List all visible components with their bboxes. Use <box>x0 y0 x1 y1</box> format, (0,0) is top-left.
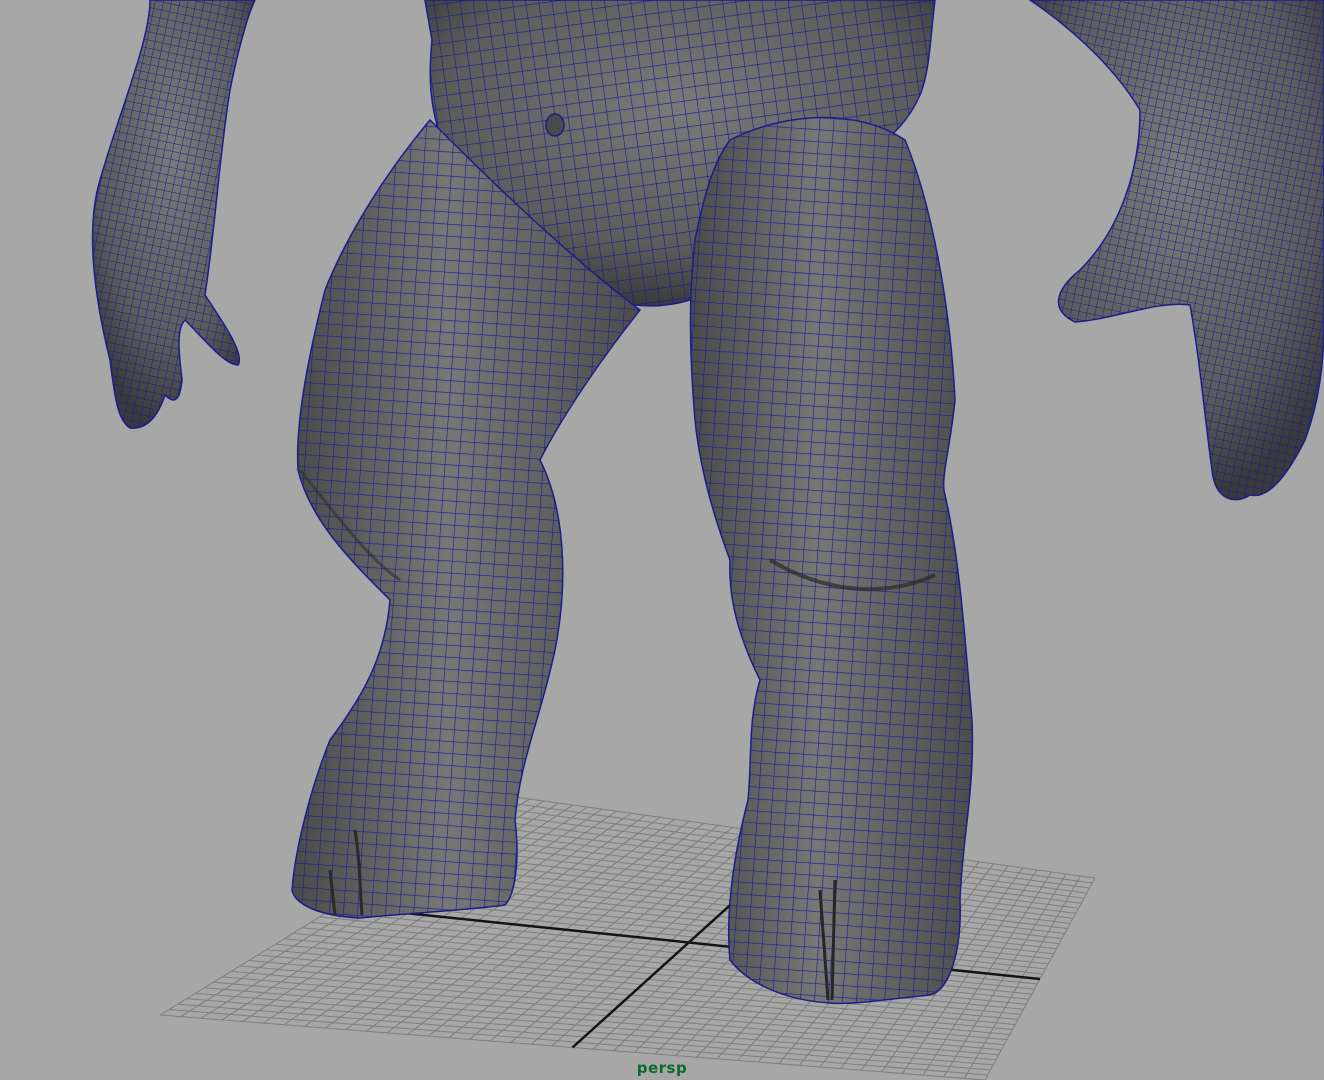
right-hand-mesh[interactable] <box>1028 0 1324 501</box>
3d-scene[interactable] <box>0 0 1324 1080</box>
left-hand-mesh[interactable] <box>91 0 256 429</box>
perspective-viewport[interactable]: persp <box>0 0 1324 1080</box>
navel <box>545 113 565 137</box>
camera-name-label: persp <box>636 1059 688 1077</box>
right-leg-mesh[interactable] <box>689 116 974 1005</box>
